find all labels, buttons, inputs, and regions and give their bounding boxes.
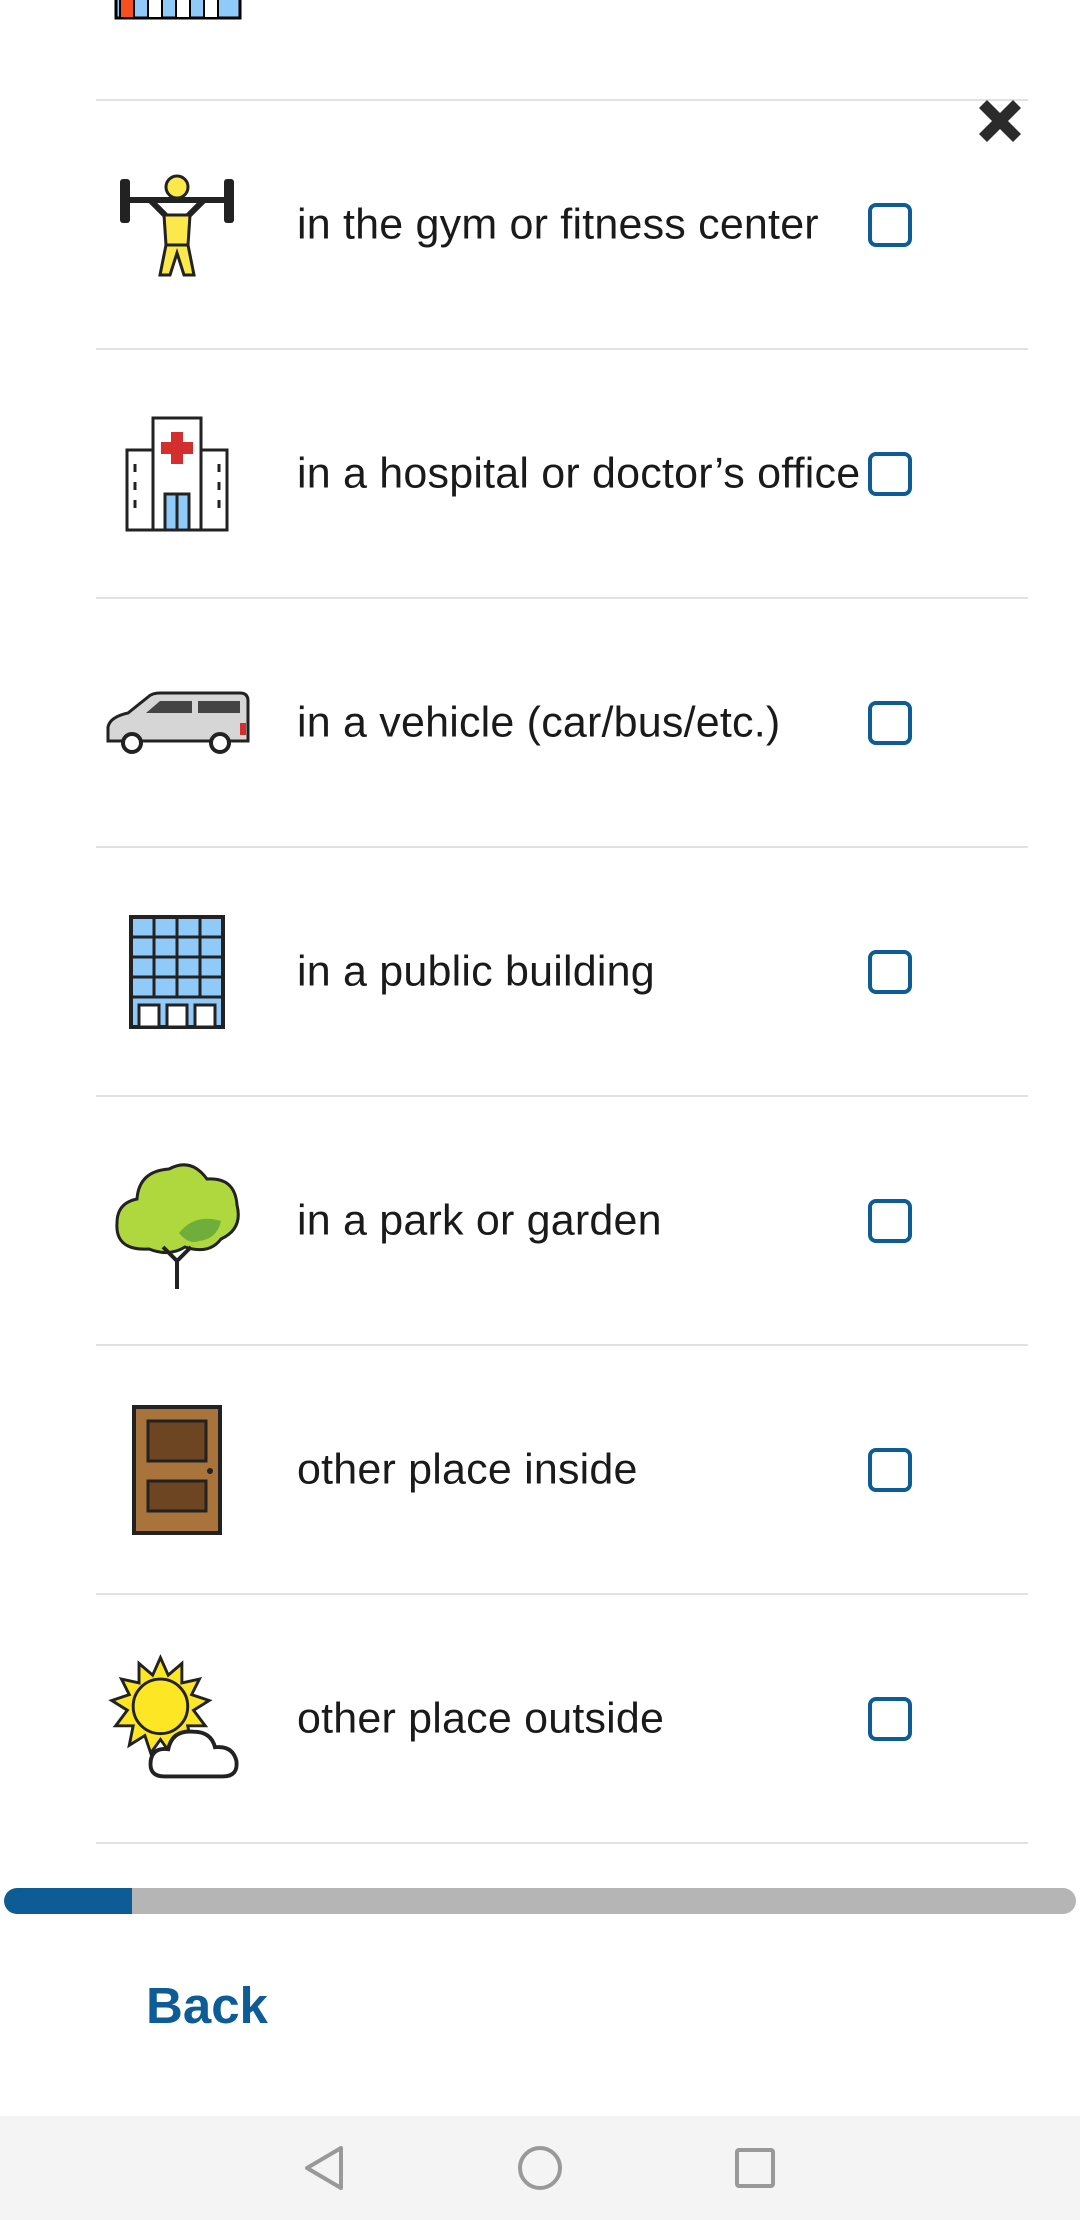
hospital-icon (102, 399, 252, 549)
checkbox[interactable] (868, 700, 912, 745)
back-triangle-icon (305, 2146, 343, 2190)
list-item[interactable]: in a public building (96, 848, 1028, 1097)
home-circle-icon (518, 2146, 562, 2190)
location-options-list: in the gym or fitness center in a hospit… (0, 101, 1080, 1844)
checkbox[interactable] (868, 1198, 912, 1243)
checkbox[interactable] (868, 1696, 912, 1741)
checkbox[interactable] (868, 1447, 912, 1492)
progress-fill (4, 1888, 132, 1914)
list-item-label: in a park or garden (297, 1196, 662, 1244)
list-item[interactable]: in a hospital or doctor’s office (96, 350, 1028, 599)
list-item[interactable]: in a vehicle (car/bus/etc.) (96, 599, 1028, 848)
list-item[interactable]: other place outside (96, 1595, 1028, 1844)
list-item[interactable]: other place inside (96, 1346, 1028, 1595)
progress-bar (4, 1888, 1076, 1914)
list-item-label: in a vehicle (car/bus/etc.) (297, 698, 781, 746)
tree-icon (102, 1146, 252, 1296)
nav-recents-button[interactable] (727, 2140, 783, 2196)
list-item-label: other place inside (297, 1445, 638, 1493)
list-item-label: in the gym or fitness center (297, 200, 819, 248)
partial-list-item (0, 0, 1080, 101)
back-button[interactable]: Back (146, 1976, 268, 2035)
nav-home-button[interactable] (512, 2140, 568, 2196)
recents-square-icon (735, 2148, 775, 2188)
building-icon (112, 0, 244, 22)
sun-behind-cloud-icon (102, 1644, 252, 1794)
nav-back-button[interactable] (295, 2140, 351, 2196)
system-nav-bar (0, 2116, 1080, 2220)
office-building-icon (102, 897, 252, 1047)
van-icon (102, 648, 252, 798)
list-item-label: in a public building (297, 947, 655, 995)
list-item-label: other place outside (297, 1694, 665, 1742)
weightlifter-icon (102, 150, 252, 300)
checkbox[interactable] (868, 451, 912, 496)
list-item[interactable]: in the gym or fitness center (96, 101, 1028, 350)
checkbox[interactable] (868, 202, 912, 247)
list-item[interactable]: in a park or garden (96, 1097, 1028, 1346)
checkbox[interactable] (868, 949, 912, 994)
list-item-label: in a hospital or doctor’s office (297, 449, 861, 497)
door-icon (102, 1395, 252, 1545)
